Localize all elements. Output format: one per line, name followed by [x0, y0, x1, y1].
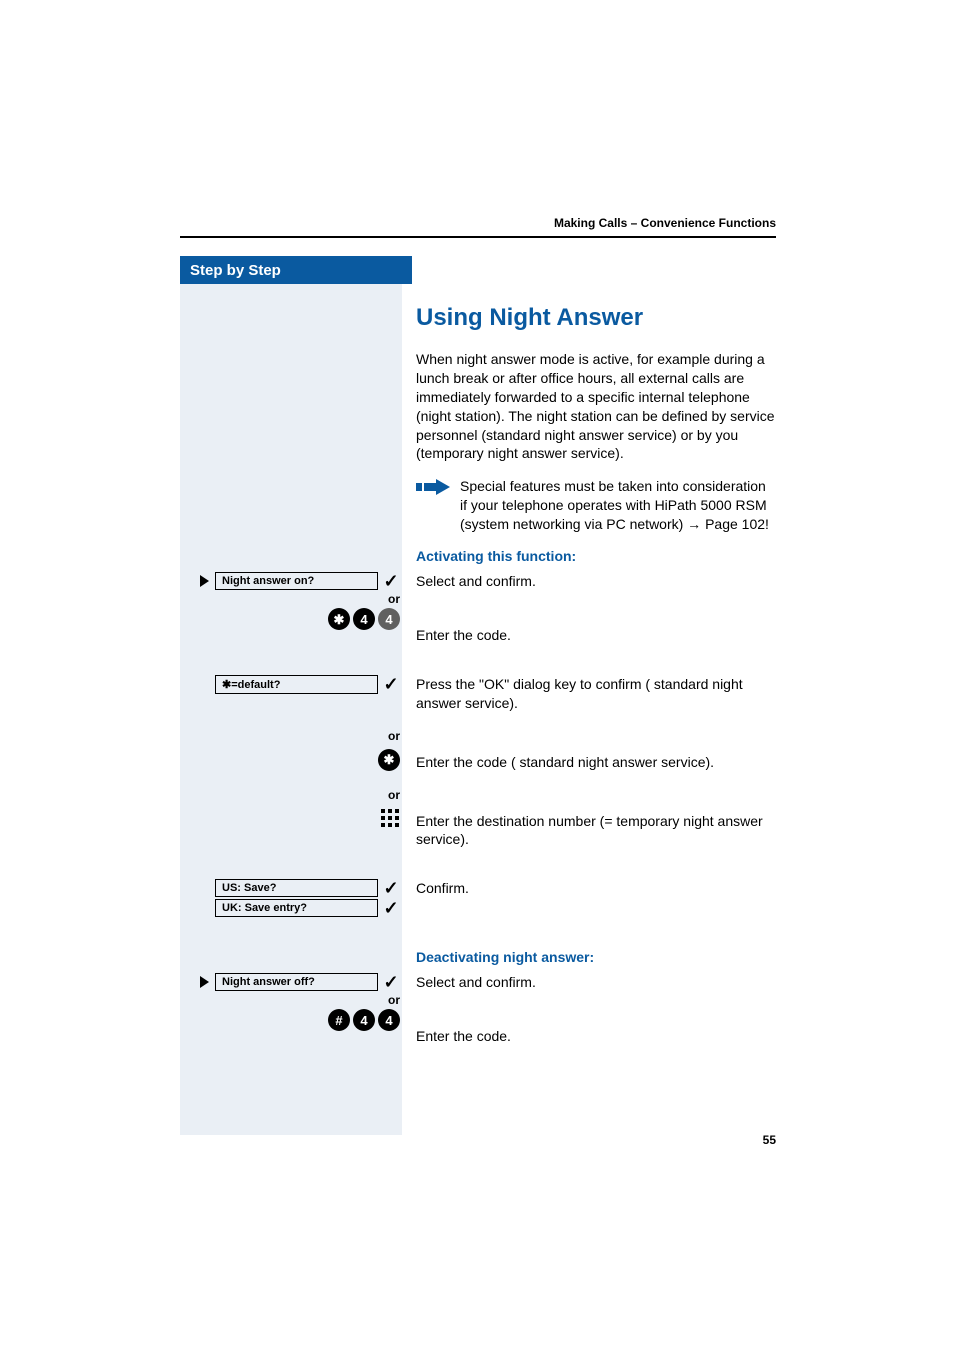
header-rule	[180, 236, 776, 238]
step-select-confirm: Select and confirm.	[416, 572, 776, 591]
prompt-default[interactable]: ✱=default?	[215, 675, 378, 694]
step-select-confirm: Select and confirm.	[416, 973, 776, 992]
or-label: or	[388, 788, 400, 802]
prompt-night-on[interactable]: Night answer on?	[215, 572, 378, 590]
key-star[interactable]: ✱	[328, 608, 350, 630]
key-4-dim[interactable]: 4	[378, 608, 400, 630]
note-block: Special features must be taken into cons…	[416, 477, 776, 534]
prompt-save-uk[interactable]: UK: Save entry?	[215, 899, 378, 917]
step-press-ok: Press the "OK" dialog key to confirm ( s…	[416, 675, 776, 713]
step-enter-code-std: Enter the code ( standard night answer s…	[416, 727, 776, 772]
or-label: or	[388, 993, 400, 1007]
section-title: Using Night Answer	[416, 304, 776, 332]
dialpad-icon	[380, 808, 400, 828]
note-text: Special features must be taken into cons…	[460, 477, 776, 534]
step-enter-code: Enter the code.	[416, 608, 776, 645]
check-icon: ✓	[382, 879, 400, 897]
note-arrow-icon	[416, 477, 450, 534]
triangle-icon	[200, 575, 209, 587]
intro-paragraph: When night answer mode is active, for ex…	[416, 350, 776, 463]
check-icon: ✓	[382, 675, 400, 693]
check-icon: ✓	[382, 899, 400, 917]
main-content: Using Night Answer When night answer mod…	[416, 290, 776, 1050]
page-number: 55	[763, 1133, 776, 1147]
key-4[interactable]: 4	[353, 608, 375, 630]
step-confirm: Confirm.	[416, 879, 776, 898]
check-icon: ✓	[382, 572, 400, 590]
breadcrumb: Making Calls – Convenience Functions	[180, 216, 776, 230]
activate-heading: Activating this function:	[416, 548, 776, 564]
prompt-save-us[interactable]: US: Save?	[215, 879, 378, 897]
key-hash[interactable]: #	[328, 1009, 350, 1031]
sidebar-title: Step by Step	[180, 256, 412, 284]
check-icon: ✓	[382, 973, 400, 991]
deactivate-heading: Deactivating night answer:	[416, 949, 776, 965]
step-enter-code: Enter the code.	[416, 1009, 776, 1046]
prompt-night-off[interactable]: Night answer off?	[215, 973, 378, 991]
or-label: or	[388, 592, 400, 606]
step-enter-dest: Enter the destination number (= temporar…	[416, 786, 776, 850]
or-label: or	[388, 729, 400, 743]
key-star[interactable]: ✱	[378, 749, 400, 771]
key-4[interactable]: 4	[378, 1009, 400, 1031]
triangle-icon	[200, 976, 209, 988]
key-4[interactable]: 4	[353, 1009, 375, 1031]
